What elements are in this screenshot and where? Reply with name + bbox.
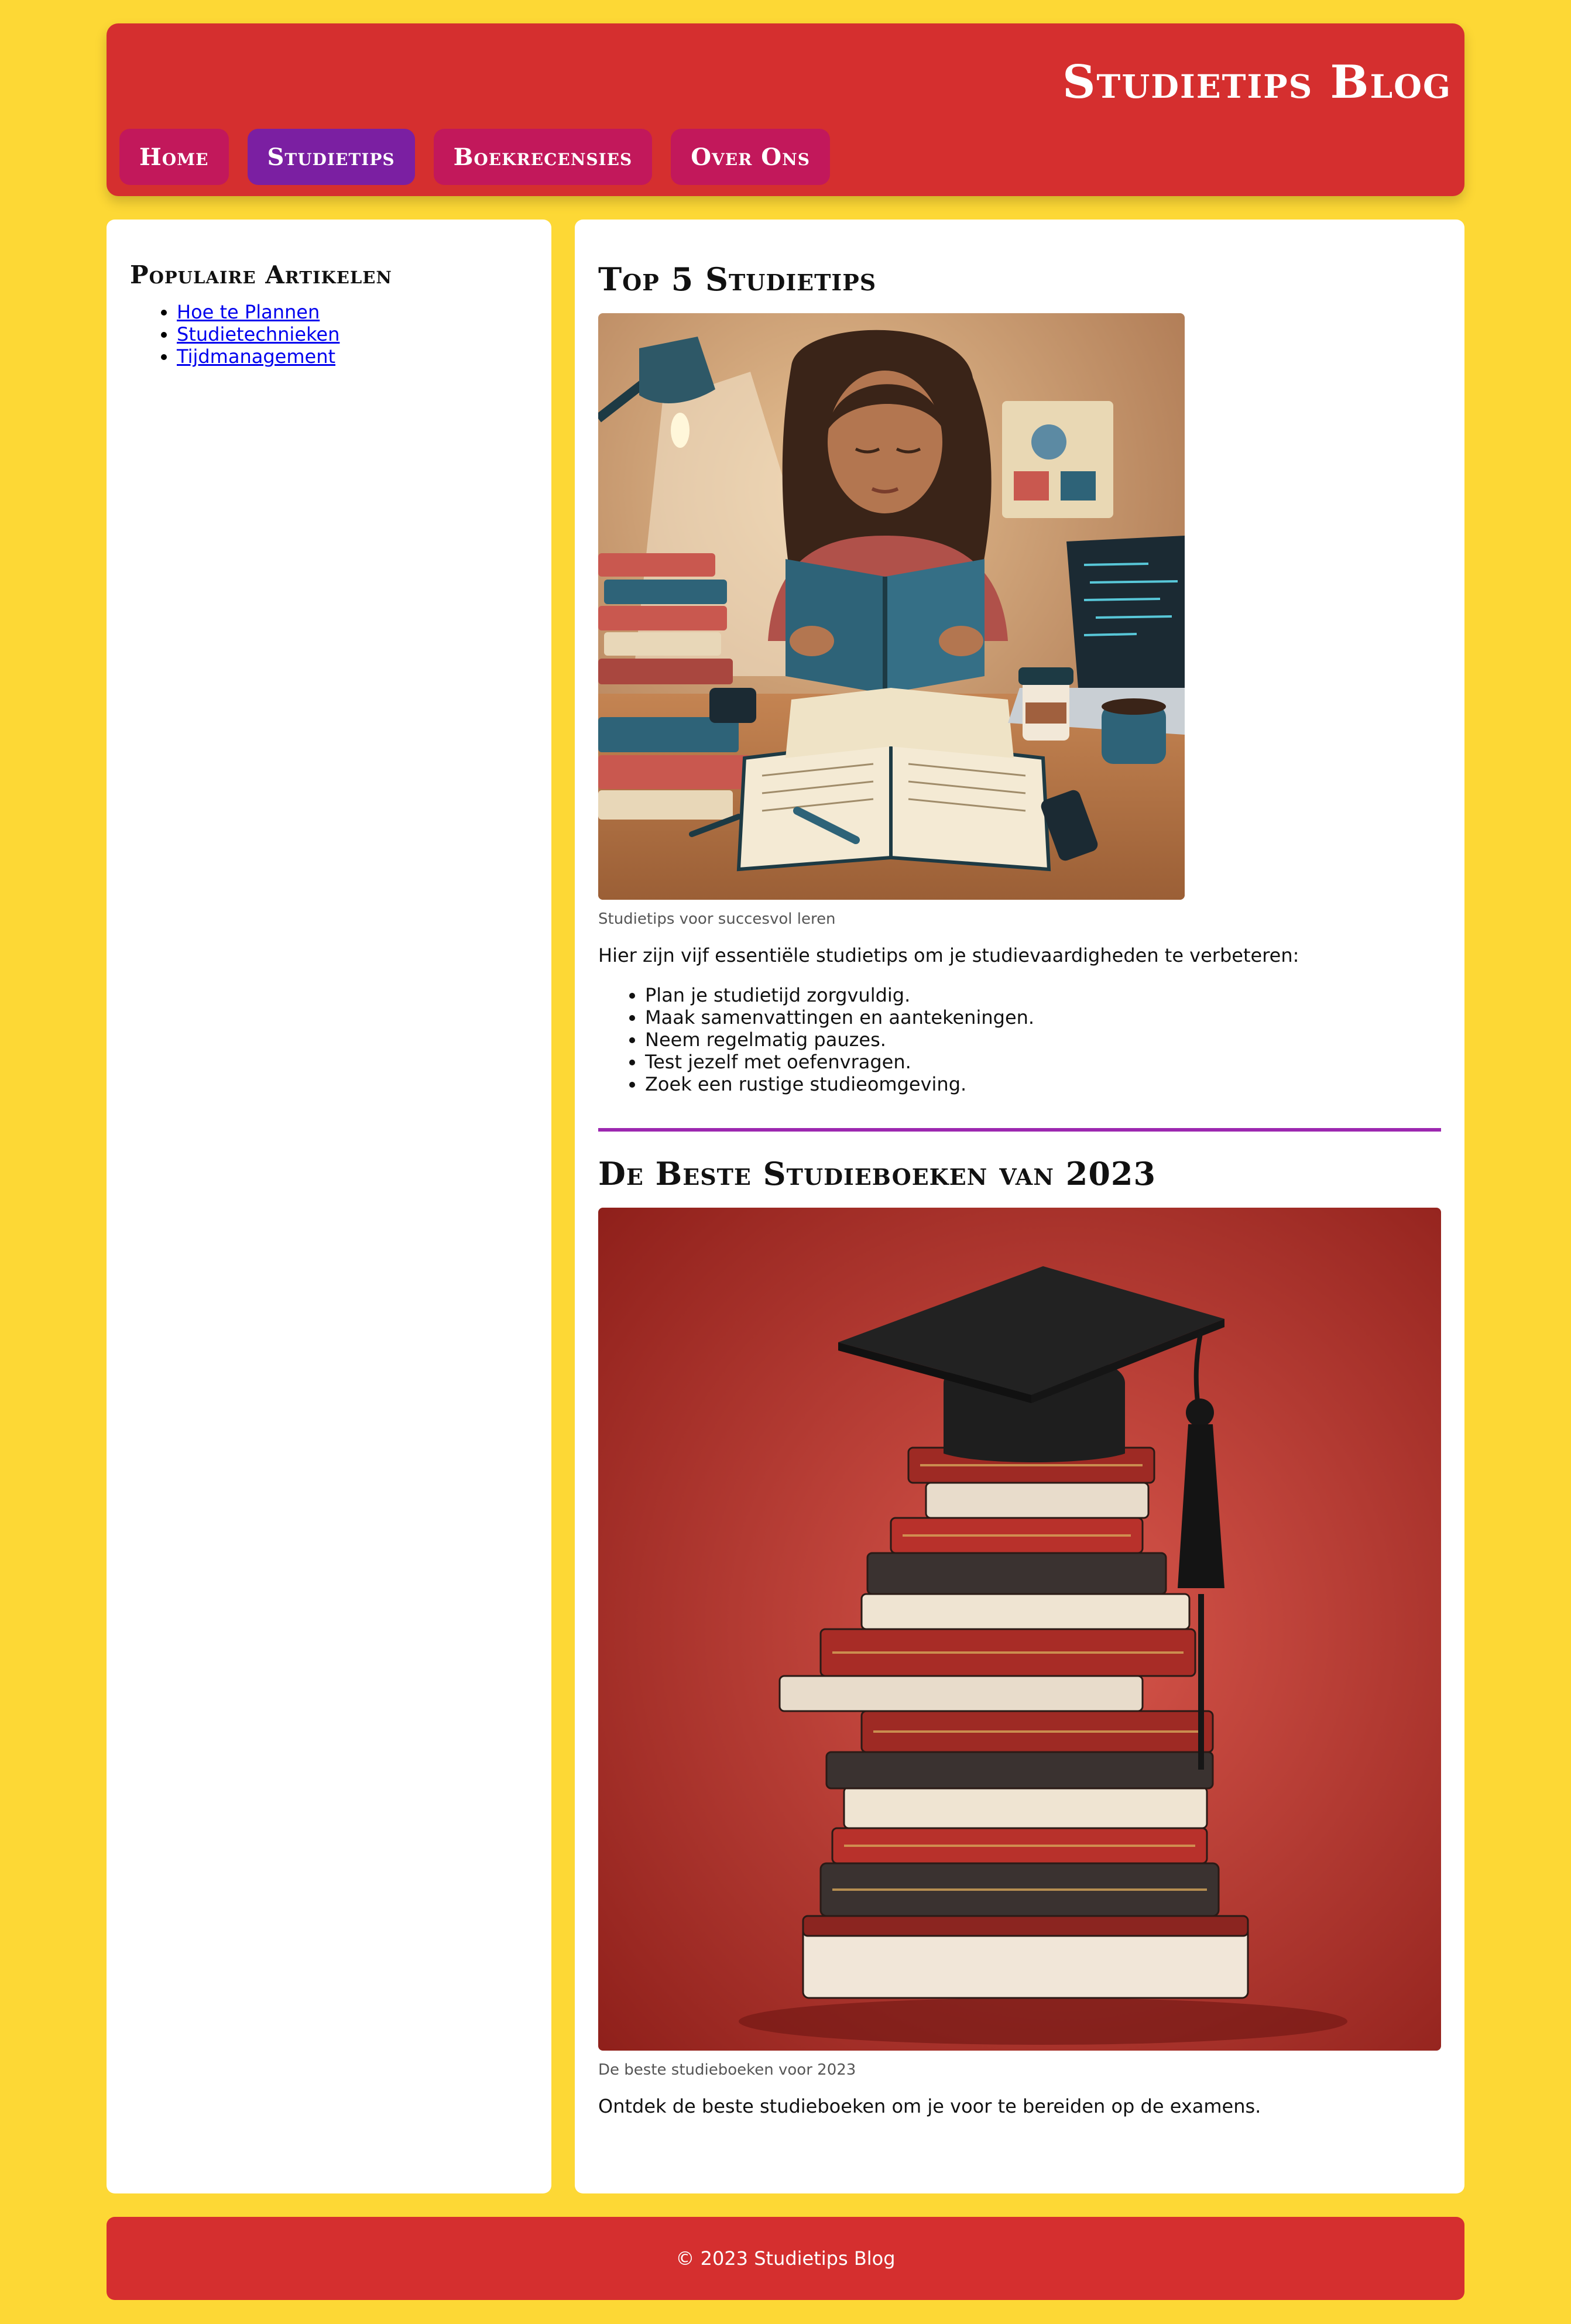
list-item: Neem regelmatig pauzes. (645, 1029, 1441, 1051)
article-text: Ontdek de beste studieboeken om je voor … (598, 2095, 1261, 2117)
list-item: Test jezelf met oefenvragen. (645, 1051, 1441, 1073)
nav-boekrecensies-button[interactable]: Boekrecensies (433, 129, 653, 185)
list-item: Maak samenvattingen en aantekeningen. (645, 1006, 1441, 1029)
nav-home-button[interactable]: Home (119, 129, 229, 185)
list-item: Tijdmanagement (177, 345, 528, 368)
footer-text: © 2023 Studietips Blog (675, 2247, 896, 2270)
image-caption: Studietips voor succesvol leren (598, 910, 836, 928)
article-intro: Hier zijn vijf essentiële studietips om … (598, 944, 1299, 966)
sidebar: Populaire Artikelen Hoe te Plannen Studi… (107, 220, 551, 2193)
page-container: Studietips Blog Home Studietips Boekrece… (107, 23, 1464, 2300)
site-title: Studietips Blog (1062, 56, 1452, 109)
image-caption: De beste studieboeken voor 2023 (598, 2061, 856, 2079)
nav-studietips-button[interactable]: Studietips (247, 129, 415, 185)
nav-over-ons-button[interactable]: Over Ons (671, 129, 830, 185)
article-title: Top 5 Studietips (598, 260, 877, 298)
article-top5: Top 5 Studietips Studietips voor succesv… (598, 220, 1441, 1095)
link-hoe-te-plannen[interactable]: Hoe te Plannen (177, 301, 320, 323)
popular-articles-list: Hoe te Plannen Studietechnieken Tijdmana… (130, 301, 528, 368)
article-title: De Beste Studieboeken van 2023 (598, 1155, 1157, 1192)
link-tijdmanagement[interactable]: Tijdmanagement (177, 345, 335, 368)
site-header: Studietips Blog Home Studietips Boekrece… (107, 23, 1464, 196)
site-footer: © 2023 Studietips Blog (107, 2217, 1464, 2300)
list-item: Hoe te Plannen (177, 301, 528, 323)
studying-girl-image (598, 313, 1185, 900)
tips-list: Plan je studietijd zorgvuldig. Maak same… (598, 984, 1441, 1095)
list-item: Zoek een rustige studieomgeving. (645, 1073, 1441, 1095)
link-studietechnieken[interactable]: Studietechnieken (177, 323, 339, 345)
books-graduation-cap-image (598, 1208, 1441, 2051)
list-item: Plan je studietijd zorgvuldig. (645, 984, 1441, 1006)
article-best-books: De Beste Studieboeken van 2023 De beste … (598, 1132, 1441, 2117)
sidebar-heading: Populaire Artikelen (130, 260, 392, 289)
main-nav: Home Studietips Boekrecensies Over Ons (119, 129, 830, 185)
main-content: Top 5 Studietips Studietips voor succesv… (575, 220, 1464, 2193)
list-item: Studietechnieken (177, 323, 528, 345)
